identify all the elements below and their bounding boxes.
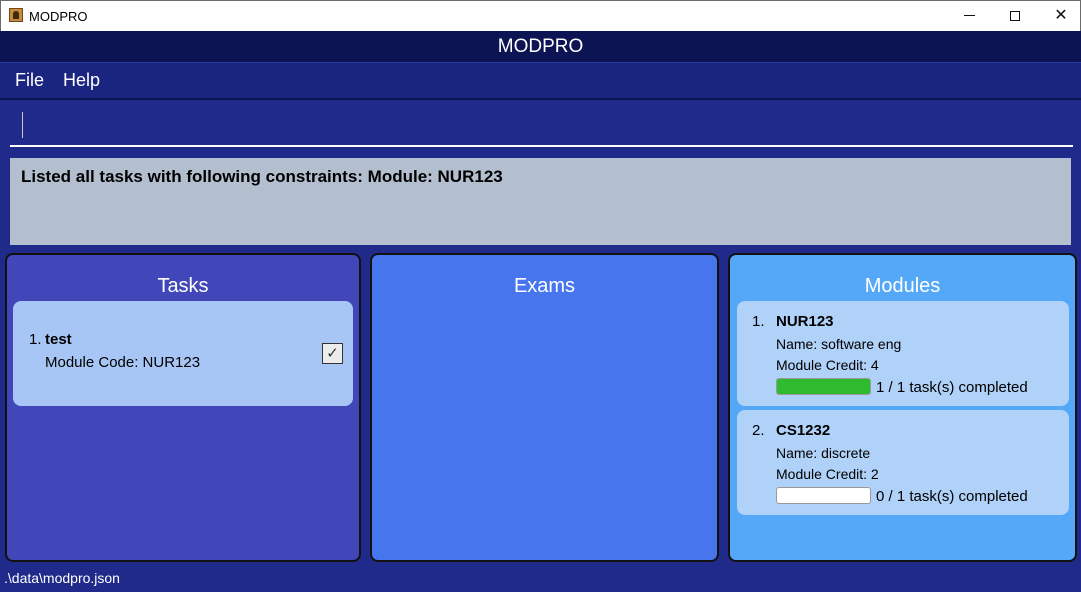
app-header: MODPRO xyxy=(0,31,1081,63)
modules-panel-title: Modules xyxy=(864,275,941,297)
module-progress-text: 1 / 1 task(s) completed xyxy=(876,379,1028,396)
task-module-code: Module Code: NUR123 xyxy=(45,354,201,371)
exams-panel-title: Exams xyxy=(513,275,576,297)
task-done-checkbox[interactable]: ✓ xyxy=(322,343,343,364)
result-display: Listed all tasks with following constrai… xyxy=(10,158,1071,245)
module-credit: Module Credit: 2 xyxy=(776,466,879,482)
task-card[interactable]: 1. test Module Code: NUR123 ✓ xyxy=(13,301,353,406)
window-title: MODPRO xyxy=(29,9,88,24)
command-input[interactable] xyxy=(10,104,1073,147)
tasks-panel-title: Tasks xyxy=(157,275,209,297)
module-progress-text: 0 / 1 task(s) completed xyxy=(876,488,1028,505)
text-caret xyxy=(22,112,23,138)
module-index: 1. xyxy=(752,313,765,330)
close-icon: ✕ xyxy=(1054,7,1068,24)
module-name: Name: discrete xyxy=(776,445,871,461)
module-index: 2. xyxy=(752,422,765,439)
minimize-button[interactable] xyxy=(946,1,992,31)
maximize-button[interactable] xyxy=(992,1,1038,31)
result-message: Listed all tasks with following constrai… xyxy=(21,167,503,186)
module-progress-bar xyxy=(776,378,871,395)
menu-file[interactable]: File xyxy=(15,70,44,91)
modules-panel: Modules 1. NUR123 Name: software eng Mod… xyxy=(728,253,1077,562)
module-card[interactable]: 2. CS1232 Name: discrete Module Credit: … xyxy=(737,410,1069,515)
module-credit: Module Credit: 4 xyxy=(776,357,879,373)
maximize-icon xyxy=(1010,10,1020,21)
window-titlebar: MODPRO ✕ xyxy=(0,0,1081,31)
status-bar: .\data\modpro.json xyxy=(0,566,1081,592)
menu-bar: File Help xyxy=(0,63,1081,100)
module-name: Name: software eng xyxy=(776,336,902,352)
module-code: NUR123 xyxy=(776,313,834,330)
module-code: CS1232 xyxy=(776,422,831,439)
menu-help[interactable]: Help xyxy=(63,70,100,91)
minimize-icon xyxy=(963,15,975,17)
task-index: 1. xyxy=(29,331,42,348)
module-progress-bar xyxy=(776,487,871,504)
check-icon: ✓ xyxy=(326,345,339,362)
task-name: test xyxy=(45,331,72,348)
close-button[interactable]: ✕ xyxy=(1038,1,1081,31)
exams-panel: Exams xyxy=(370,253,719,562)
java-cup-icon xyxy=(9,8,23,22)
tasks-panel: Tasks 1. test Module Code: NUR123 ✓ xyxy=(5,253,361,562)
data-file-path: .\data\modpro.json xyxy=(4,570,120,586)
module-progress-fill xyxy=(777,379,870,394)
module-card[interactable]: 1. NUR123 Name: software eng Module Cred… xyxy=(737,301,1069,406)
